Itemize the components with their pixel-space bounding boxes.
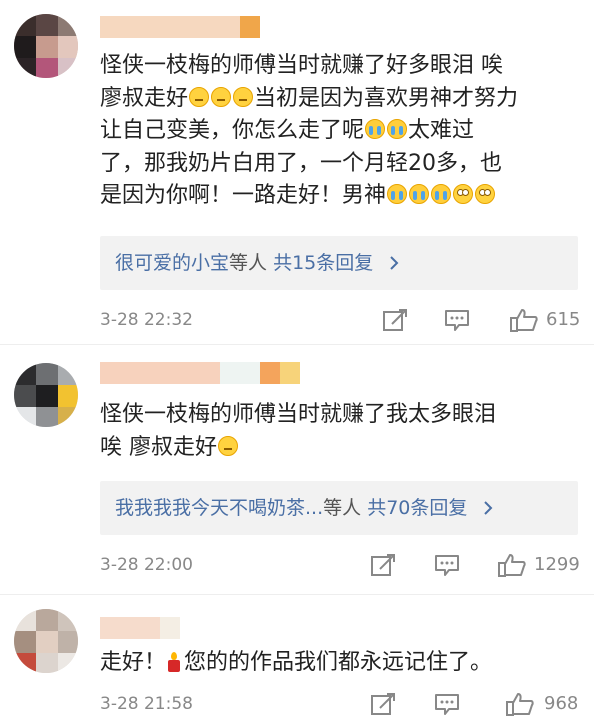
replies-link[interactable]: 我我我我今天不喝奶茶...等人 共70条回复 [100, 481, 578, 535]
crying-emoji-icon [409, 184, 430, 204]
speechless-emoji-icon [218, 435, 238, 456]
avatar[interactable] [14, 609, 78, 673]
repost-icon[interactable] [382, 308, 408, 332]
like-count: 1299 [534, 554, 580, 575]
comment-text: 怪侠一枝梅的师傅当时就赚了好多眼泪 唉 廖叔走好 当初是因为喜欢男神才努力 让自己… [100, 50, 580, 213]
thumbs-up-icon[interactable] [506, 692, 534, 716]
replies-suffix: 等人 [229, 252, 268, 274]
comment-meta: 3-28 22:32 615 [100, 305, 584, 335]
comment-line: 走好！ [100, 650, 167, 675]
replies-user[interactable]: 我我我我今天不喝奶茶... [115, 497, 323, 519]
replies-link[interactable]: 很可爱的小宝等人 共15条回复 [100, 236, 578, 290]
comment-line: 怪侠一枝梅的师傅当时就赚了我太多眼泪 [100, 402, 497, 427]
replies-count[interactable]: 共70条回复 [367, 497, 467, 519]
comment-line: 廖叔走好 [100, 85, 189, 111]
crying-emoji-icon [365, 119, 386, 139]
username[interactable] [100, 617, 180, 639]
comment-text: 怪侠一枝梅的师傅当时就赚了我太多眼泪 唉 廖叔走好 [100, 399, 580, 464]
comment-time: 3-28 22:32 [100, 310, 193, 330]
avatar[interactable] [14, 14, 78, 78]
comment-meta: 3-28 21:58 968 [100, 689, 584, 719]
crying-emoji-icon [431, 184, 452, 204]
like-count: 615 [546, 309, 581, 330]
comment-icon[interactable] [444, 308, 470, 332]
comment-line: 当初是因为喜欢男神才努力 [254, 85, 519, 111]
comment-time: 3-28 22:00 [100, 555, 193, 575]
username[interactable] [100, 16, 260, 38]
comment-item: 走好！ 您的的作品我们都永远记住了。 3-28 21:58 968 [0, 595, 594, 721]
eye-roll-emoji-icon [453, 184, 474, 204]
comment-text: 走好！ 您的的作品我们都永远记住了。 [100, 647, 580, 680]
speechless-emoji-icon [211, 86, 232, 107]
avatar[interactable] [14, 363, 78, 427]
comment-line: 是因为你啊！一路走好！男神 [100, 183, 387, 208]
replies-suffix: 等人 [323, 497, 362, 519]
replies-count[interactable]: 共15条回复 [273, 252, 373, 274]
speechless-emoji-icon [189, 86, 210, 107]
comment-meta: 3-28 22:00 1299 [100, 550, 584, 580]
crying-emoji-icon [387, 119, 408, 139]
comment-line: 怪侠一枝梅的师傅当时就赚了好多眼泪 唉 [100, 53, 503, 78]
candle-icon [166, 652, 182, 672]
comment-line: 太难过 [408, 118, 475, 143]
thumbs-up-icon[interactable] [498, 553, 526, 577]
thumbs-up-icon[interactable] [510, 308, 538, 332]
repost-icon[interactable] [370, 553, 396, 577]
chevron-right-icon [484, 501, 493, 515]
speechless-emoji-icon [233, 86, 254, 107]
comment-icon[interactable] [434, 692, 460, 716]
comment-line: 了，那我奶片白用了，一个月轻20多，也 [100, 150, 502, 176]
comment-item: 怪侠一枝梅的师傅当时就赚了我太多眼泪 唉 廖叔走好 我我我我今天不喝奶茶...等… [0, 345, 594, 595]
crying-emoji-icon [387, 184, 408, 204]
eye-roll-emoji-icon [475, 184, 496, 204]
replies-user[interactable]: 很可爱的小宝 [115, 252, 229, 274]
comment-line: 您的的作品我们都永远记住了。 [184, 650, 493, 675]
comment-item: 怪侠一枝梅的师傅当时就赚了好多眼泪 唉 廖叔走好 当初是因为喜欢男神才努力 让自己… [0, 0, 594, 345]
comment-line: 让自己变美，你怎么走了呢 [100, 118, 365, 143]
like-count: 968 [544, 693, 579, 714]
username[interactable] [100, 362, 300, 384]
chevron-right-icon [390, 256, 399, 270]
comment-time: 3-28 21:58 [100, 694, 193, 714]
repost-icon[interactable] [370, 692, 396, 716]
comment-line: 唉 廖叔走好 [100, 434, 217, 460]
comment-icon[interactable] [434, 553, 460, 577]
